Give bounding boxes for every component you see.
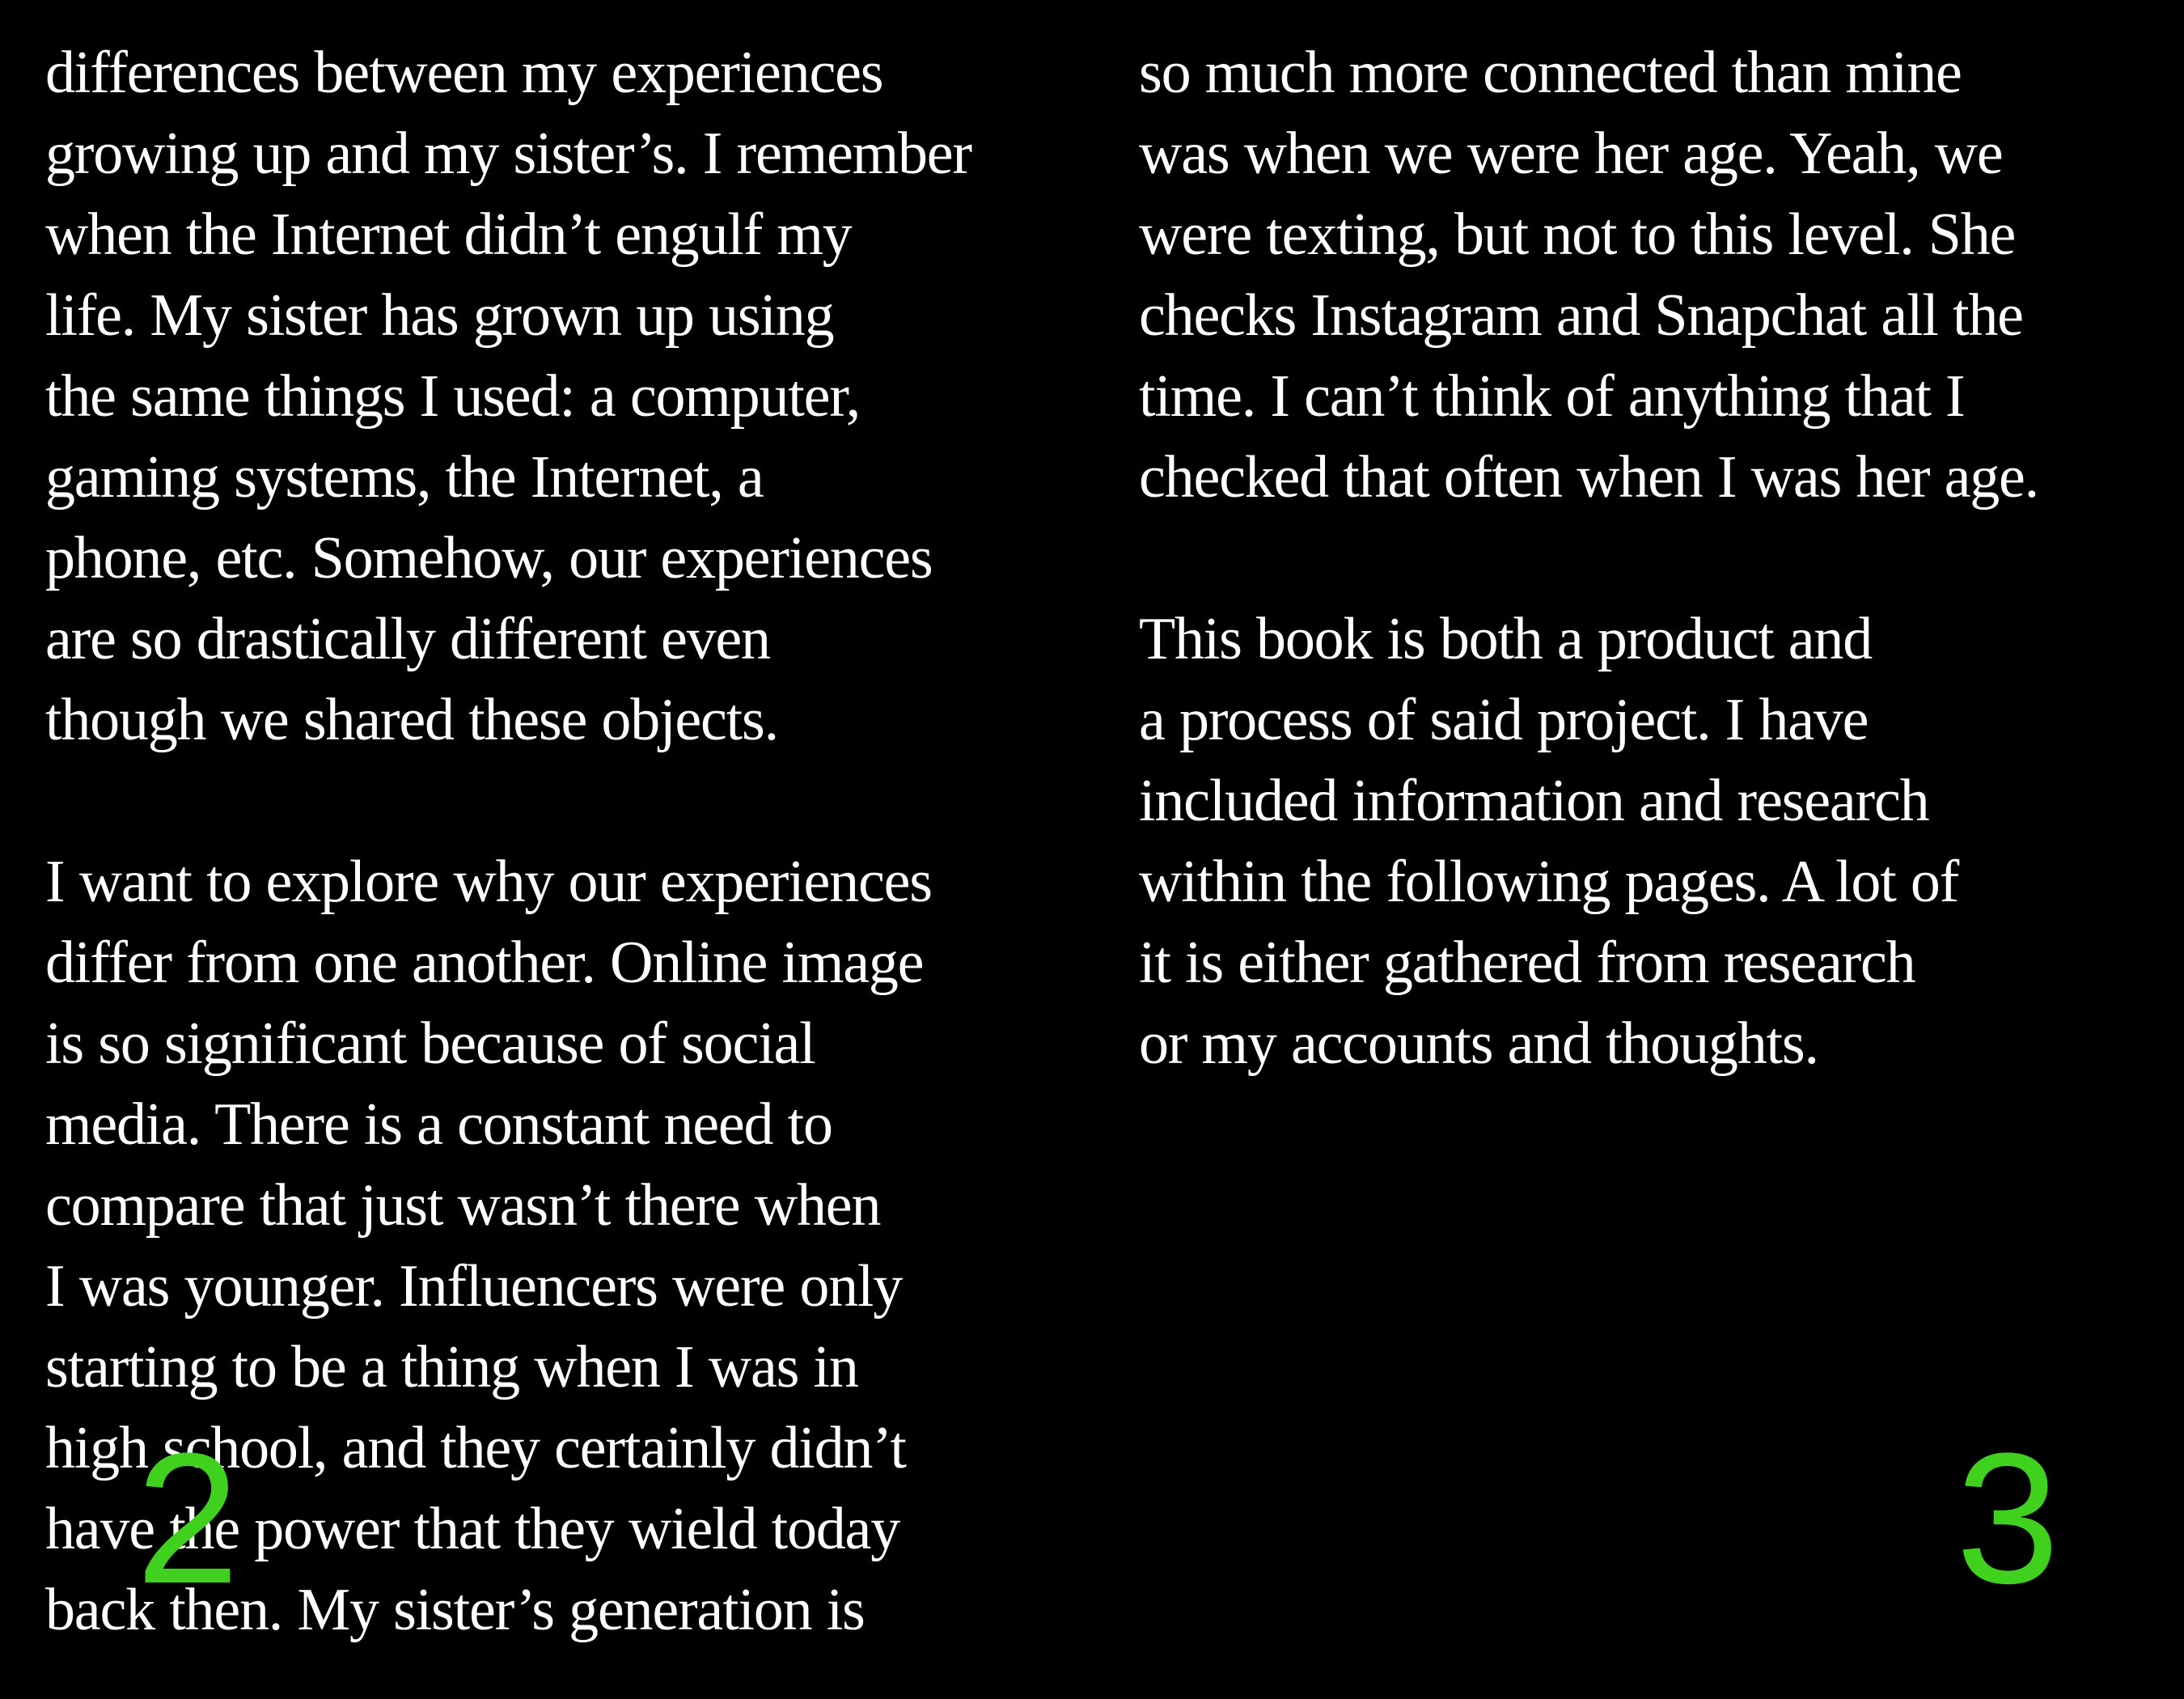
text-line: time. I can’t think of anything that I: [1139, 363, 1966, 430]
left-page-body: differences between my experiences growi…: [45, 32, 1105, 1650]
text-line: phone, etc. Somehow, our experiences: [45, 525, 933, 591]
page-number-right: 3: [1956, 1414, 2059, 1622]
text-line: were texting, but not to this level. She: [1139, 201, 2016, 268]
text-line: This book is both a product and: [1139, 606, 1873, 672]
text-line: when the Internet didn’t engulf my: [45, 201, 853, 268]
book-spread: differences between my experiences growi…: [0, 0, 2184, 1699]
text-line: the same things I used: a computer,: [45, 363, 861, 430]
text-line: starting to be a thing when I was in: [45, 1334, 859, 1400]
right-paragraph-2: This book is both a product and a proces…: [1139, 599, 2174, 1084]
text-line: gaming systems, the Internet, a: [45, 444, 764, 511]
text-line: life. My sister has grown up using: [45, 282, 835, 349]
text-line: it is either gathered from research: [1139, 930, 1916, 996]
text-line: growing up and my sister’s. I remember: [45, 121, 972, 187]
text-line: compare that just wasn’t there when: [45, 1172, 881, 1239]
right-paragraph-1: so much more connected than mine was whe…: [1139, 32, 2174, 518]
text-line: differ from one another. Online image: [45, 930, 925, 996]
text-line: are so drastically different even: [45, 606, 771, 672]
text-line: differences between my experiences: [45, 40, 884, 106]
text-line: within the following pages. A lot of: [1139, 849, 1959, 915]
text-line: though we shared these objects.: [45, 687, 779, 753]
text-line: I want to explore why our experiences: [45, 849, 933, 915]
text-line: was when we were her age. Yeah, we: [1139, 121, 2004, 187]
text-line: media. There is a constant need to: [45, 1091, 833, 1158]
page-number-left: 2: [136, 1414, 239, 1622]
text-line: or my accounts and thoughts.: [1139, 1011, 1819, 1077]
left-paragraph-1: differences between my experiences growi…: [45, 32, 1105, 761]
text-line: a process of said project. I have: [1139, 687, 1869, 753]
text-line: I was younger. Influencers were only: [45, 1253, 903, 1320]
text-line: checks Instagram and Snapchat all the: [1139, 282, 2024, 349]
right-page-body: so much more connected than mine was whe…: [1139, 32, 2174, 1084]
text-line: checked that often when I was her age.: [1139, 444, 2039, 511]
text-line: is so significant because of social: [45, 1011, 816, 1077]
text-line: so much more connected than mine: [1139, 40, 1962, 106]
text-line: included information and research: [1139, 768, 1930, 834]
